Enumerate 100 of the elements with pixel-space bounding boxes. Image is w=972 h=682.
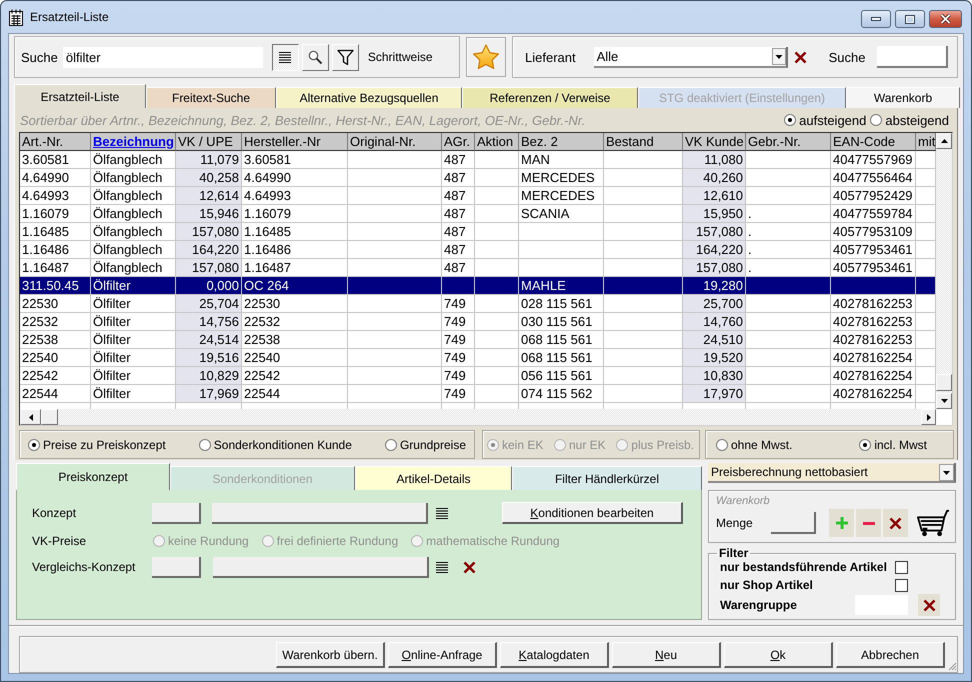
caret-icon bbox=[939, 464, 954, 480]
tab[interactable]: Warenkorb bbox=[846, 87, 960, 108]
supplier-dropdown[interactable]: Alle bbox=[594, 46, 788, 68]
tab[interactable]: Referenzen / Verweise bbox=[462, 87, 638, 108]
table-cell: 164,220 bbox=[176, 241, 242, 259]
table-cell: 487 bbox=[442, 169, 475, 187]
table-cell: 40278162254 bbox=[831, 385, 916, 403]
column-header[interactable]: Hersteller.-Nr bbox=[242, 133, 348, 151]
favorite-button[interactable] bbox=[466, 37, 506, 77]
scroll-right-button[interactable] bbox=[921, 409, 936, 425]
column-header[interactable]: AGr. bbox=[442, 133, 475, 151]
column-header[interactable]: Art.-Nr. bbox=[20, 133, 91, 151]
dialog-button[interactable]: Warenkorb übern. bbox=[276, 642, 385, 668]
dialog-button[interactable]: Neu bbox=[612, 642, 721, 668]
dialog-button[interactable]: Abbrechen bbox=[836, 642, 945, 668]
column-header[interactable]: Original-Nr. bbox=[348, 133, 442, 151]
radio-icon[interactable] bbox=[28, 438, 40, 450]
search-button[interactable] bbox=[302, 44, 329, 70]
table-cell: Ölfilter bbox=[91, 313, 176, 331]
table-row[interactable]: 22540 Ölfilter 19,516 22540 749 068 115 561 19,520 40278162254 bbox=[20, 349, 936, 367]
dialog-button[interactable]: Ok bbox=[724, 642, 833, 668]
scroll-up-button[interactable] bbox=[936, 133, 952, 149]
table-row[interactable]: 22538 Ölfilter 24,514 22538 749 068 115 561 24,510 40278162253 bbox=[20, 331, 936, 349]
column-header[interactable]: VK / UPE bbox=[176, 133, 242, 151]
table-row[interactable]: 4.64990 Ölfangblech 40,258 4.64990 487 MERCEDES 40,260 40477556464 bbox=[20, 169, 936, 187]
clear-button[interactable] bbox=[883, 509, 908, 537]
clear-button[interactable] bbox=[918, 594, 940, 616]
table-row[interactable]: 4.64993 Ölfangblech 12,614 4.64993 487 MERCEDES 12,610 40577952429 bbox=[20, 187, 936, 205]
vat-radio[interactable]: ohne Mwst. bbox=[716, 438, 792, 452]
table-cell: 22540 bbox=[20, 349, 91, 367]
list-icon[interactable] bbox=[436, 508, 448, 518]
tab[interactable]: Alternative Bezugsquellen bbox=[276, 87, 462, 108]
close-button[interactable] bbox=[929, 10, 962, 28]
table-cell: 22532 bbox=[20, 313, 91, 331]
remove-button[interactable] bbox=[856, 509, 881, 537]
sort-radio[interactable]: aufsteigend bbox=[784, 112, 866, 128]
table-cell: 11,080 bbox=[683, 151, 746, 169]
tab[interactable]: Artikel-Details bbox=[355, 466, 512, 490]
table-cell: . bbox=[746, 241, 831, 259]
edit-conditions-button[interactable]: Konditionen bearbeiten bbox=[502, 502, 683, 524]
scrollbar-thumb[interactable] bbox=[41, 409, 58, 425]
column-header[interactable]: VK Kunde bbox=[683, 133, 746, 151]
scroll-down-button[interactable] bbox=[936, 393, 952, 409]
x-icon[interactable] bbox=[463, 560, 476, 574]
compare-code-field[interactable] bbox=[152, 556, 201, 578]
column-header[interactable]: EAN-Code bbox=[831, 133, 916, 151]
vat-radio[interactable]: incl. Mwst bbox=[859, 438, 927, 452]
dialog-button[interactable]: Katalogdaten bbox=[500, 642, 609, 668]
search-field[interactable]: ölfilter bbox=[62, 46, 263, 68]
column-header[interactable]: Gebr.-Nr. bbox=[746, 133, 831, 151]
table-row[interactable]: 22532 Ölfilter 14,756 22532 749 030 115 561 14,760 40278162253 bbox=[20, 313, 936, 331]
list-button[interactable] bbox=[272, 44, 299, 70]
price-basis-radio[interactable]: Preise zu Preiskonzept bbox=[28, 438, 166, 452]
table-row[interactable]: 311.50.45 Ölfilter 0,000 OC 264 MAHLE 19,280 bbox=[20, 277, 936, 295]
column-header[interactable]: Bez. 2 bbox=[519, 133, 604, 151]
list-icon[interactable] bbox=[436, 562, 448, 572]
tab[interactable]: Filter Händlerkürzel bbox=[512, 466, 702, 490]
tab[interactable]: Freitext-Suche bbox=[146, 87, 276, 108]
column-header[interactable]: Aktion bbox=[475, 133, 519, 151]
table-cell: 157,080 bbox=[683, 223, 746, 241]
concept-code-field[interactable] bbox=[152, 502, 201, 524]
table-cell: 1.16485 bbox=[20, 223, 91, 241]
supplier-search-field[interactable] bbox=[877, 46, 948, 68]
compare-name-field[interactable] bbox=[213, 556, 429, 578]
price-basis-radio[interactable]: Sonderkonditionen Kunde bbox=[198, 438, 352, 452]
table-row[interactable]: 22530 Ölfilter 25,704 22530 749 028 115 561 25,700 40278162253 bbox=[20, 295, 936, 313]
column-header[interactable]: Bezeichnung bbox=[91, 133, 176, 151]
checkbox[interactable] bbox=[895, 578, 908, 592]
column-header[interactable]: mit bbox=[916, 133, 936, 151]
table-row[interactable]: 22542 Ölfilter 10,829 22542 749 056 115 561 10,830 40278162254 bbox=[20, 367, 936, 385]
radio-icon[interactable] bbox=[870, 114, 882, 126]
x-icon[interactable] bbox=[794, 50, 807, 64]
checkbox[interactable] bbox=[895, 560, 908, 574]
scroll-left-button[interactable] bbox=[20, 409, 41, 425]
radio-icon[interactable] bbox=[859, 438, 872, 450]
table-row[interactable]: 1.16487 Ölfangblech 157,080 1.16487 487 157,080 . 40577953461 bbox=[20, 259, 936, 277]
down-arrow-icon bbox=[940, 399, 948, 403]
calculation-dropdown[interactable]: Preisberechnung nettobasiert bbox=[708, 463, 956, 483]
cart-icon[interactable] bbox=[917, 508, 949, 538]
column-header[interactable]: Bestand bbox=[604, 133, 683, 151]
table-row[interactable]: 1.16486 Ölfangblech 164,220 1.16486 487 164,220 . 40577953461 bbox=[20, 241, 936, 259]
search-icon bbox=[308, 50, 323, 64]
maximize-button[interactable] bbox=[895, 10, 925, 28]
table-row[interactable]: 22544 Ölfilter 17,969 22544 749 074 115 562 17,970 40278162254 bbox=[20, 385, 936, 403]
filter-button[interactable] bbox=[332, 44, 359, 70]
radio-icon[interactable] bbox=[384, 438, 397, 450]
price-basis-radio[interactable]: Grundpreise bbox=[384, 438, 466, 452]
scrollbar-thumb[interactable] bbox=[936, 374, 952, 391]
tab[interactable]: Preiskonzept bbox=[16, 463, 170, 490]
table-row[interactable]: 1.16079 Ölfangblech 15,946 1.16079 487 SCANIA 15,950 . 40477559784 bbox=[20, 205, 936, 223]
table-row[interactable]: 1.16485 Ölfangblech 157,080 1.16485 487 157,080 . 40577953109 bbox=[20, 223, 936, 241]
radio-icon[interactable] bbox=[198, 438, 211, 450]
concept-name-field[interactable] bbox=[212, 502, 428, 524]
radio-icon[interactable] bbox=[716, 438, 728, 450]
dialog-button[interactable]: Online-Anfrage bbox=[388, 642, 497, 668]
sort-radio[interactable]: absteigend bbox=[870, 112, 949, 128]
minimize-button[interactable] bbox=[861, 10, 891, 28]
tab[interactable]: Ersatzteil-Liste bbox=[14, 84, 146, 108]
radio-icon[interactable] bbox=[784, 114, 796, 126]
table-row[interactable]: 3.60581 Ölfangblech 11,079 3.60581 487 MAN 11,080 40477557969 bbox=[20, 151, 936, 169]
